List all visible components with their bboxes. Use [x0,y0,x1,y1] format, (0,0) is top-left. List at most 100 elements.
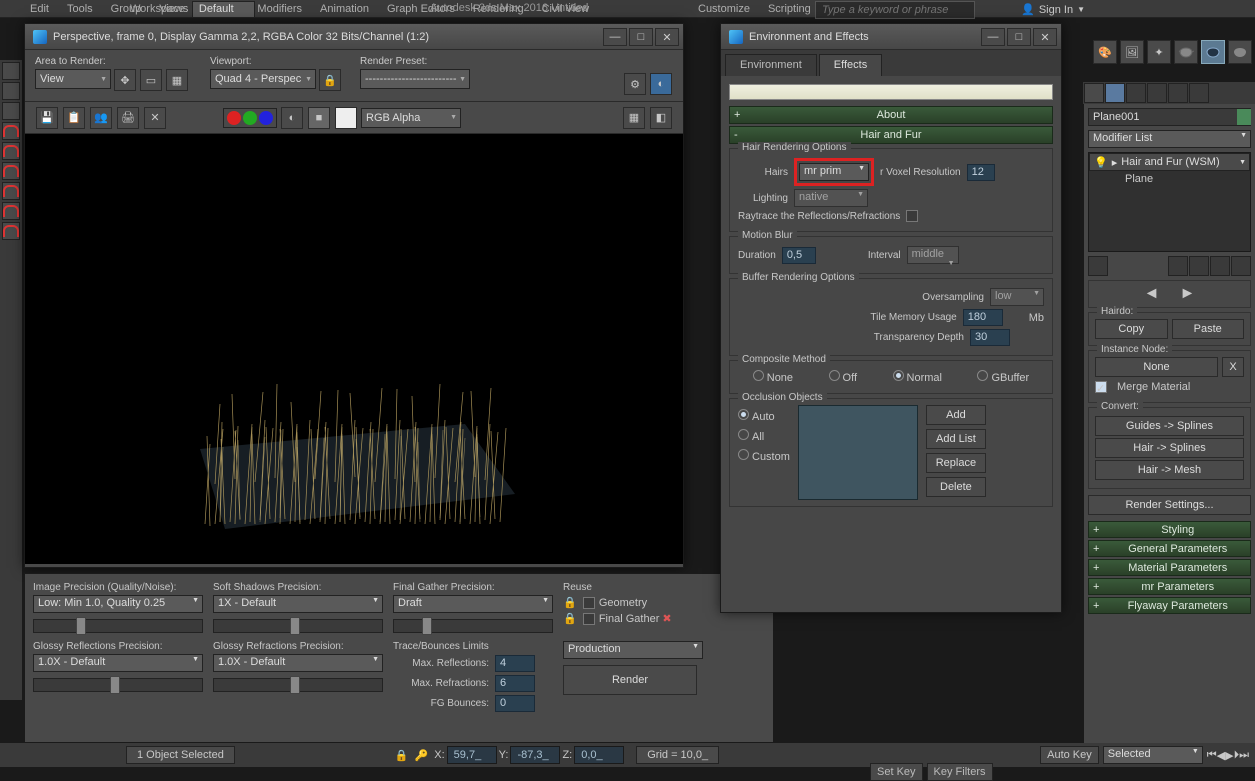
production-dropdown[interactable]: Production [563,641,703,659]
addlist-button[interactable]: Add List [926,429,986,449]
snap-icon[interactable] [2,62,20,80]
teapot-active-icon[interactable] [1201,40,1225,64]
lighting-dropdown[interactable]: native [794,189,868,207]
setkey-label[interactable]: Set Key [870,763,923,781]
lock-icon[interactable]: 🔒 [395,749,409,762]
z-input[interactable]: 0,0_ [574,746,624,764]
radio-gbuffer[interactable]: GBuffer [977,370,1029,384]
utilities-tab-icon[interactable] [1189,83,1209,103]
maxrefl-input[interactable]: 4 [495,655,535,672]
modify-tab-icon[interactable] [1105,83,1125,103]
alpha-icon[interactable]: ◐ [281,107,303,129]
mono-icon[interactable]: ■ [308,107,330,129]
menu-modifiers[interactable]: Modifiers [257,3,302,15]
area-dropdown[interactable]: View [35,69,111,89]
teapot-icon[interactable] [1174,40,1198,64]
modifier-list-dropdown[interactable]: Modifier List [1088,130,1251,148]
delete-button[interactable]: Delete [926,477,986,497]
fg-slider[interactable] [393,619,553,633]
keyfilters-label[interactable]: Key Filters [927,763,993,781]
stack-icon2[interactable] [1189,256,1209,276]
rollout-general[interactable]: +General Parameters [1088,540,1251,557]
occlusion-listbox[interactable] [798,405,918,500]
green-channel[interactable] [243,111,257,125]
geometry-checkbox[interactable] [583,597,595,609]
search-input[interactable] [815,1,975,19]
tmu-input[interactable]: 180 [963,309,1003,326]
area-icon1[interactable]: ✥ [114,69,136,91]
none-button[interactable]: None [1095,357,1218,377]
lock2-icon[interactable]: 🔒 [563,612,577,625]
env-maximize[interactable]: □ [1007,28,1031,46]
rollout-flyaway[interactable]: +Flyaway Parameters [1088,597,1251,614]
magnet-icon[interactable] [2,122,20,140]
gr-slider[interactable] [33,678,203,692]
area-icon3[interactable]: ▦ [166,69,188,91]
lock-icon[interactable]: 🔒 [319,69,341,91]
gr-dropdown[interactable]: 1.0X - Default [33,654,203,672]
motion-tab-icon[interactable] [1147,83,1167,103]
gf-slider[interactable] [213,678,383,692]
red-channel[interactable] [227,111,241,125]
key-icon[interactable]: 🔑 [415,749,429,762]
paste-button[interactable]: Paste [1172,319,1245,339]
radio-all[interactable]: All [738,429,790,443]
pin-stack-icon[interactable] [1088,256,1108,276]
rollout-styling[interactable]: +Styling [1088,521,1251,538]
x-button[interactable]: X [1222,357,1244,377]
magnet3-icon[interactable] [2,162,20,180]
target-icon[interactable]: ✦ [1147,40,1171,64]
menu-tools[interactable]: Tools [67,3,93,15]
stack-icon3[interactable] [1210,256,1230,276]
blue-channel[interactable] [259,111,273,125]
menu-edit[interactable]: Edit [30,3,49,15]
menu-customize[interactable]: Customize [698,3,750,15]
radio-none[interactable]: None [753,370,793,384]
y-input[interactable]: -87,3_ [510,746,560,764]
interval-dropdown[interactable]: middle [907,246,959,264]
tab-environment[interactable]: Environment [725,54,817,76]
env-btn[interactable]: ◐ [650,73,672,95]
env-close[interactable]: ✕ [1033,28,1057,46]
ip-slider[interactable] [33,619,203,633]
area-icon2[interactable]: ▭ [140,69,162,91]
env-minimize[interactable]: — [981,28,1005,46]
object-name-input[interactable] [1088,108,1251,126]
clear-icon[interactable]: ✕ [144,107,166,129]
keymode-dropdown[interactable]: Selected [1103,746,1203,764]
hierarchy-tab-icon[interactable] [1126,83,1146,103]
viewport-dropdown[interactable]: Quad 4 - Perspec [210,69,316,89]
minimize-button[interactable]: — [603,28,627,46]
display-tab-icon[interactable] [1168,83,1188,103]
snap2-icon[interactable] [2,82,20,100]
magnet4-icon[interactable] [2,182,20,200]
radio-normal[interactable]: Normal [893,370,942,384]
lock-icon[interactable]: 🔒 [563,596,577,609]
close-button[interactable]: ✕ [655,28,679,46]
magnet2-icon[interactable] [2,142,20,160]
preset-dropdown[interactable]: ------------------------- [360,69,470,89]
hair-splines-button[interactable]: Hair -> Splines [1095,438,1244,458]
render-setup-btn[interactable]: ⚙ [624,73,646,95]
toggle-icon[interactable]: ◧ [650,107,672,129]
signin-button[interactable]: 👤 Sign In ▼ [1021,3,1085,16]
env-titlebar[interactable]: Environment and Effects — □ ✕ [721,24,1061,50]
ss-dropdown[interactable]: 1X - Default [213,595,383,613]
autokey-label[interactable]: Auto Key [1040,746,1099,764]
render-setup-icon[interactable]: 🎨 [1093,40,1117,64]
fg-x-icon[interactable]: ✖ [662,612,671,625]
prev-preset-icon[interactable]: ◄ [1144,285,1160,303]
fgbounces-input[interactable]: 0 [495,695,535,712]
magnet6-icon[interactable] [2,222,20,240]
maxrefr-input[interactable]: 6 [495,675,535,692]
add-button[interactable]: Add [926,405,986,425]
play-icon[interactable]: ▶ [1225,749,1233,762]
maximize-button[interactable]: □ [629,28,653,46]
object-color-swatch[interactable] [1237,109,1251,125]
menu-scripting[interactable]: Scripting [768,3,811,15]
modifier-stack[interactable]: 💡▸Hair and Fur (WSM) Plane [1088,152,1251,252]
gf-dropdown[interactable]: 1.0X - Default [213,654,383,672]
workspace-selector[interactable]: Default [192,1,255,18]
next-preset-icon[interactable]: ► [1180,285,1196,303]
copy-icon[interactable]: 📋 [63,107,85,129]
